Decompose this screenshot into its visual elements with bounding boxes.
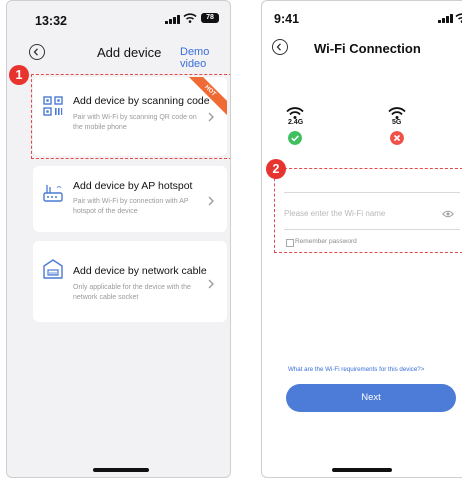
wifi-requirements-link[interactable]: What are the Wi-Fi requirements for this… <box>288 366 424 373</box>
phone-add-device: 13:32 78 Add device Demo video Add devic… <box>6 0 231 478</box>
step-badge: 2 <box>266 159 286 179</box>
ethernet-port-icon <box>43 259 63 279</box>
home-indicator <box>93 468 149 472</box>
card-network-cable[interactable]: Add device by network cable Only applica… <box>33 241 227 322</box>
next-button[interactable]: Next <box>286 384 456 412</box>
back-button[interactable] <box>29 44 45 60</box>
status-bar: 9:41 <box>262 1 462 41</box>
signal-icon <box>165 15 180 24</box>
chevron-left-icon <box>276 42 281 51</box>
chevron-right-icon <box>208 279 214 289</box>
status-time: 9:41 <box>274 12 300 26</box>
page-title: Add device <box>97 45 162 60</box>
step-badge: 1 <box>9 65 29 85</box>
signal-icon <box>438 14 453 23</box>
card-description: Pair with Wi-Fi by connection with AP ho… <box>73 198 189 215</box>
check-icon <box>288 131 302 145</box>
cross-icon <box>390 131 404 145</box>
router-icon <box>43 185 63 202</box>
demo-video-link[interactable]: Demo video <box>180 46 230 70</box>
wifi-status-icon <box>183 13 197 23</box>
wifi-icon <box>388 107 406 119</box>
band-label-2g: 2.4G <box>288 119 304 126</box>
chevron-left-icon <box>33 47 38 56</box>
home-indicator <box>332 468 392 472</box>
status-time: 13:32 <box>35 14 67 28</box>
card-ap-hotspot[interactable]: Add device by AP hotspot Pair with Wi-Fi… <box>33 166 227 232</box>
card-title: Add device by AP hotspot <box>73 180 193 192</box>
wifi-status-icon <box>455 13 462 23</box>
wifi-icon <box>286 107 304 119</box>
page-title: Wi-Fi Connection <box>314 41 421 56</box>
status-bar: 13:32 78 <box>7 1 230 41</box>
card-title: Add device by network cable <box>73 265 207 277</box>
back-button[interactable] <box>272 39 288 55</box>
card-description: Only applicable for the device with the … <box>73 284 191 301</box>
highlight-frame <box>31 74 230 159</box>
phone-wifi-connection: 9:41 Wi-Fi Connection 2.4G 5G Please ent… <box>261 0 462 478</box>
battery-icon: 78 <box>201 13 219 23</box>
band-label-5g: 5G <box>392 119 402 126</box>
chevron-right-icon <box>208 196 214 206</box>
highlight-frame <box>274 168 462 253</box>
